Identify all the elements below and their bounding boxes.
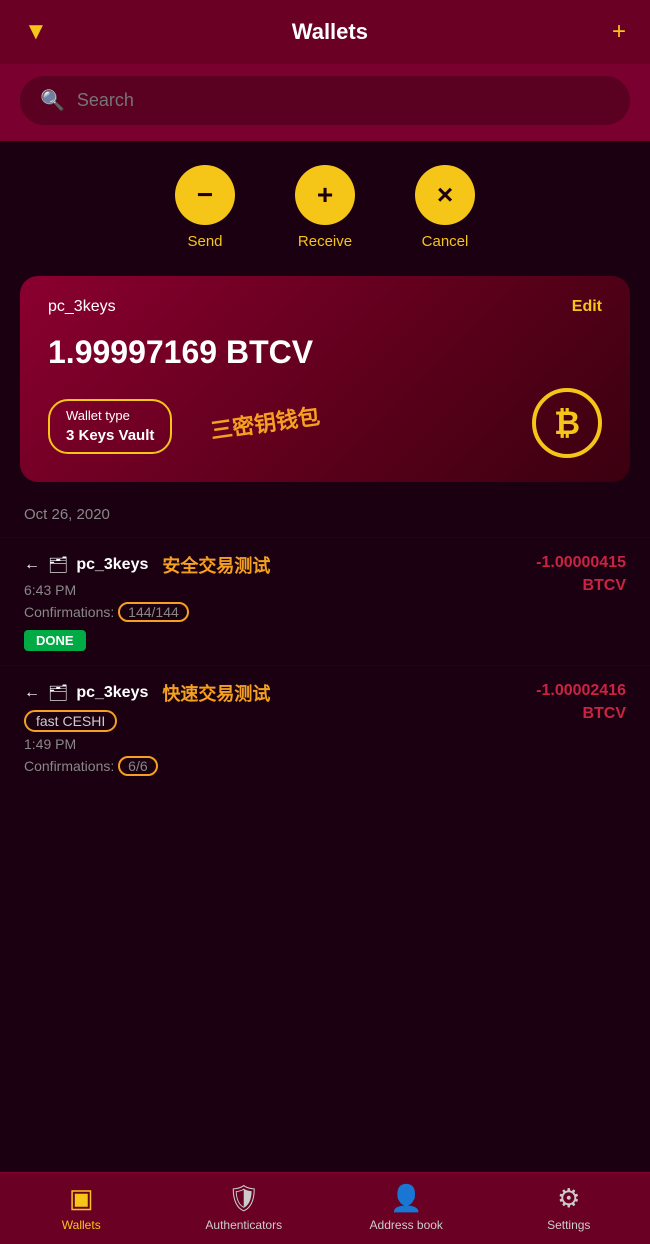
wallet-type-value: 3 Keys Vault — [66, 425, 154, 446]
tx-currency-1: BTCV — [582, 577, 626, 594]
tx-conf-value-2: 6/6 — [118, 756, 157, 776]
nav-item-settings[interactable]: ⚙ Settings — [529, 1183, 609, 1232]
transaction-item[interactable]: ← 🗂 pc_3keys 安全交易测试 6:43 PM Confirmation… — [0, 537, 650, 665]
tx-conf-label-2: Confirmations: — [24, 758, 114, 774]
tx-conf-label-1: Confirmations: — [24, 604, 114, 620]
date-label: Oct 26, 2020 — [0, 506, 650, 537]
tx-currency-2: BTCV — [582, 705, 626, 722]
tx-direction-icon-2: ← — [24, 684, 40, 702]
search-field-container[interactable]: 🔍 — [20, 76, 630, 125]
tx-wallet-name: pc_3keys — [76, 556, 148, 574]
tx-top: ← 🗂 pc_3keys 快速交易测试 fast CESHI 1:49 PM C… — [24, 680, 626, 784]
nav-item-authenticators[interactable]: 🛡 Authenticators — [204, 1183, 284, 1232]
cancel-button[interactable]: × Cancel — [415, 165, 475, 250]
wallet-card-header: pc_3keys Edit — [48, 298, 602, 316]
send-button[interactable]: − Send — [175, 165, 235, 250]
cancel-label: Cancel — [422, 233, 469, 250]
tx-title-row-2: ← 🗂 pc_3keys 快速交易测试 — [24, 680, 536, 706]
tx-direction-icon: ← — [24, 556, 40, 574]
tx-top: ← 🗂 pc_3keys 安全交易测试 6:43 PM Confirmation… — [24, 552, 626, 651]
add-icon[interactable]: + — [612, 18, 626, 46]
tx-title-row: ← 🗂 pc_3keys 安全交易测试 — [24, 552, 536, 578]
send-icon: − — [175, 165, 235, 225]
tx-wallet-name-2: pc_3keys — [76, 684, 148, 702]
tx-left: ← 🗂 pc_3keys 安全交易测试 6:43 PM Confirmation… — [24, 552, 536, 651]
address-book-icon: 👤 — [390, 1183, 422, 1214]
tx-conf-value-1: 144/144 — [118, 602, 189, 622]
wallet-type-badge: Wallet type 3 Keys Vault — [48, 399, 172, 454]
nav-item-wallets[interactable]: ▣ Wallets — [41, 1183, 121, 1232]
tx-time-1: 6:43 PM — [24, 582, 536, 598]
action-row: − Send + Receive × Cancel — [0, 141, 650, 266]
tx-amount-2: -1.00002416 BTCV — [536, 680, 626, 725]
wallets-nav-label: Wallets — [62, 1218, 101, 1232]
btc-icon: ₿ — [532, 388, 602, 458]
tx-amount-value-1: -1.00000415 — [536, 554, 626, 571]
tx-annotation-2: 快速交易测试 — [162, 680, 270, 706]
wallet-edit-button[interactable]: Edit — [572, 298, 602, 316]
wallet-icon: 🗂 — [48, 555, 68, 575]
page-title: Wallets — [292, 19, 368, 45]
authenticators-nav-label: Authenticators — [205, 1218, 282, 1232]
wallet-type-label: Wallet type — [66, 407, 154, 425]
tx-confirmations-1: Confirmations: 144/144 — [24, 602, 536, 622]
nav-item-address-book[interactable]: 👤 Address book — [366, 1183, 446, 1232]
search-bar: 🔍 — [0, 64, 650, 141]
transaction-item[interactable]: ← 🗂 pc_3keys 快速交易测试 fast CESHI 1:49 PM C… — [0, 665, 650, 798]
receive-icon: + — [295, 165, 355, 225]
app-header: ▼ Wallets + — [0, 0, 650, 64]
receive-label: Receive — [298, 233, 352, 250]
authenticators-icon: 🛡 — [227, 1183, 260, 1214]
search-icon: 🔍 — [40, 88, 65, 113]
tx-time-2: 1:49 PM — [24, 736, 536, 752]
tx-sublabel: fast CESHI — [24, 710, 117, 732]
tx-annotation-1: 安全交易测试 — [162, 552, 270, 578]
tx-amount-1: -1.00000415 BTCV — [536, 552, 626, 597]
send-label: Send — [187, 233, 222, 250]
tx-left: ← 🗂 pc_3keys 快速交易测试 fast CESHI 1:49 PM C… — [24, 680, 536, 784]
address-book-nav-label: Address book — [370, 1218, 443, 1232]
search-input[interactable] — [77, 90, 610, 111]
bottom-nav: ▣ Wallets 🛡 Authenticators 👤 Address boo… — [0, 1172, 650, 1244]
tx-amount-value-2: -1.00002416 — [536, 682, 626, 699]
settings-nav-label: Settings — [547, 1218, 590, 1232]
wallets-icon: ▣ — [69, 1183, 94, 1214]
filter-icon[interactable]: ▼ — [24, 18, 48, 46]
wallet-balance: 1.99997169 BTCV — [48, 334, 602, 371]
wallet-icon-2: 🗂 — [48, 683, 68, 703]
tx-confirmations-2: Confirmations: 6/6 — [24, 756, 536, 776]
receive-button[interactable]: + Receive — [295, 165, 355, 250]
wallet-name: pc_3keys — [48, 298, 116, 316]
cancel-icon: × — [415, 165, 475, 225]
wallet-card[interactable]: pc_3keys Edit 1.99997169 BTCV Wallet typ… — [20, 276, 630, 482]
settings-icon: ⚙ — [557, 1183, 580, 1214]
tx-status-done: DONE — [24, 630, 86, 651]
